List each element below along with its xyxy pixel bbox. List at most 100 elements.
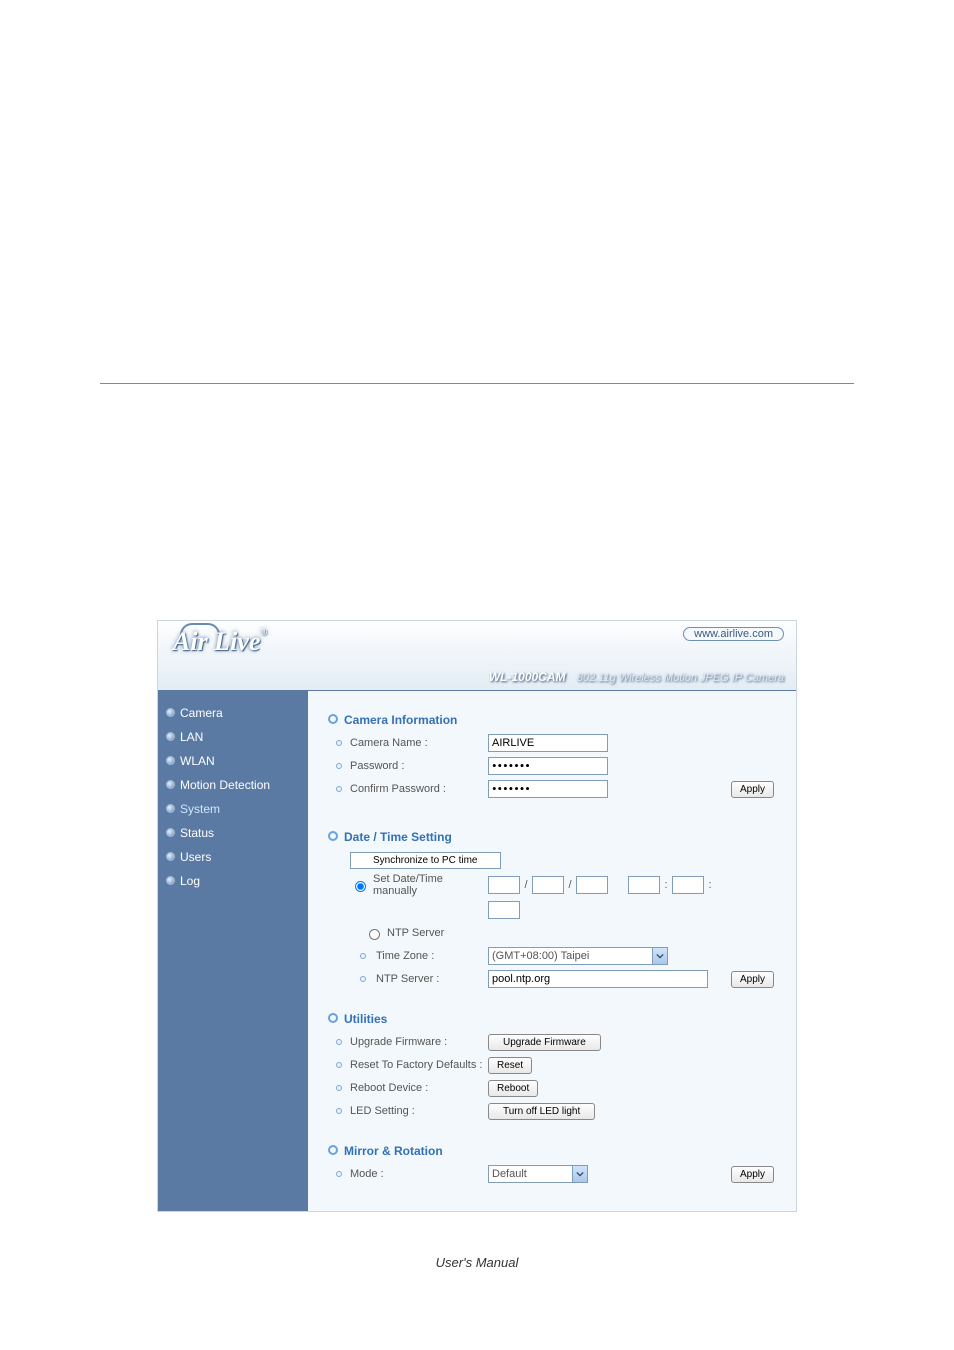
- logo-text: Air Live: [173, 627, 260, 656]
- sidebar-item-label: Log: [180, 874, 200, 888]
- section-title: Camera Information: [344, 713, 457, 727]
- row-set-manually-extra: [328, 900, 780, 920]
- sidebar-item-label: System: [180, 802, 220, 816]
- section-date-time: Date / Time Setting: [328, 830, 780, 844]
- sidebar-item-lan[interactable]: LAN: [158, 725, 308, 749]
- confirm-password-label: Confirm Password :: [328, 783, 488, 795]
- row-ntp-option: NTP Server: [328, 923, 780, 943]
- section-utilities: Utilities: [328, 1012, 780, 1026]
- logo-registered: ®: [260, 627, 267, 637]
- mode-select[interactable]: Default: [488, 1165, 588, 1183]
- sidebar-item-label: Status: [180, 826, 214, 840]
- set-manually-label: Set Date/Time manually: [328, 873, 488, 897]
- timezone-select[interactable]: (GMT+08:00) Taipei: [488, 947, 668, 965]
- horizontal-rule: [100, 383, 854, 384]
- dot-icon: [336, 1085, 342, 1091]
- body-row: Camera LAN WLAN Motion Detection System …: [158, 691, 796, 1211]
- bullet-icon: [166, 780, 175, 789]
- camera-name-input[interactable]: [488, 734, 608, 752]
- upgrade-firmware-label: Upgrade Firmware :: [328, 1036, 488, 1048]
- sidebar-item-status[interactable]: Status: [158, 821, 308, 845]
- led-setting-label: LED Setting :: [328, 1105, 488, 1117]
- timezone-value: (GMT+08:00) Taipei: [492, 950, 589, 962]
- sidebar: Camera LAN WLAN Motion Detection System …: [158, 691, 308, 1211]
- website-link[interactable]: www.airlive.com: [683, 627, 784, 641]
- set-manually-radio[interactable]: [355, 881, 366, 892]
- mode-value: Default: [492, 1168, 527, 1180]
- content-area: Camera Information Camera Name : Passwor…: [308, 691, 796, 1211]
- apply-datetime-button[interactable]: Apply: [731, 971, 774, 988]
- dot-icon: [336, 786, 342, 792]
- section-title: Utilities: [344, 1012, 387, 1026]
- bullet-icon: [166, 828, 175, 837]
- top-banner: Air Live® www.airlive.com WL-1000CAM 802…: [158, 621, 796, 691]
- section-mirror-rotation: Mirror & Rotation: [328, 1144, 780, 1158]
- time-s-input[interactable]: [488, 901, 520, 919]
- time-colon: :: [706, 879, 714, 891]
- model-subtitle: 802.11g Wireless Motion JPEG IP Camera: [577, 672, 784, 684]
- chevron-down-icon: [572, 1166, 587, 1182]
- dot-icon: [360, 953, 366, 959]
- date-m-input[interactable]: [532, 876, 564, 894]
- row-upgrade-firmware: Upgrade Firmware : Upgrade Firmware: [328, 1032, 780, 1052]
- reset-button[interactable]: Reset: [488, 1057, 532, 1074]
- footer-manual: User's Manual: [436, 1255, 519, 1270]
- sidebar-item-motion-detection[interactable]: Motion Detection: [158, 773, 308, 797]
- sidebar-item-label: Users: [180, 850, 211, 864]
- sidebar-item-camera[interactable]: Camera: [158, 701, 308, 725]
- row-ntp-server: NTP Server : Apply: [328, 969, 780, 989]
- model-name: WL-1000CAM: [489, 670, 566, 684]
- bullet-icon: [166, 876, 175, 885]
- dot-icon: [336, 1039, 342, 1045]
- bullet-icon: [166, 708, 175, 717]
- time-colon: :: [662, 879, 670, 891]
- password-input[interactable]: [488, 757, 608, 775]
- reboot-button[interactable]: Reboot: [488, 1080, 538, 1097]
- sidebar-item-system[interactable]: System: [158, 797, 308, 821]
- section-camera-information: Camera Information: [328, 713, 780, 727]
- sidebar-item-label: WLAN: [180, 754, 215, 768]
- reboot-label: Reboot Device :: [328, 1082, 488, 1094]
- dot-icon: [336, 740, 342, 746]
- ntp-server-input[interactable]: [488, 970, 708, 988]
- row-confirm-password: Confirm Password : Apply: [328, 779, 780, 799]
- ring-icon: [328, 1145, 338, 1155]
- section-title: Mirror & Rotation: [344, 1144, 443, 1158]
- ring-icon: [328, 714, 338, 724]
- sync-pc-time-button[interactable]: Synchronize to PC time: [350, 852, 501, 869]
- upgrade-firmware-button[interactable]: Upgrade Firmware: [488, 1034, 601, 1051]
- row-reset-defaults: Reset To Factory Defaults : Reset: [328, 1055, 780, 1075]
- sidebar-item-wlan[interactable]: WLAN: [158, 749, 308, 773]
- bullet-icon: [166, 756, 175, 765]
- row-set-manually: Set Date/Time manually / / : :: [328, 873, 780, 897]
- date-slash: /: [566, 879, 574, 891]
- brand-logo: Air Live®: [173, 627, 267, 657]
- date-d-input[interactable]: [576, 876, 608, 894]
- dot-icon: [336, 1108, 342, 1114]
- apply-mirror-button[interactable]: Apply: [731, 1166, 774, 1183]
- sidebar-item-log[interactable]: Log: [158, 869, 308, 893]
- row-password: Password :: [328, 756, 780, 776]
- model-line: WL-1000CAM 802.11g Wireless Motion JPEG …: [489, 670, 784, 684]
- section-title: Date / Time Setting: [344, 830, 452, 844]
- page-footer: User's Manual: [0, 1255, 954, 1270]
- row-timezone: Time Zone : (GMT+08:00) Taipei: [328, 946, 780, 966]
- confirm-password-input[interactable]: [488, 780, 608, 798]
- reset-defaults-label: Reset To Factory Defaults :: [328, 1059, 488, 1071]
- row-sync-pc: Synchronize to PC time: [328, 850, 780, 870]
- ring-icon: [328, 1013, 338, 1023]
- date-y-input[interactable]: [488, 876, 520, 894]
- row-led-setting: LED Setting : Turn off LED light: [328, 1101, 780, 1121]
- sidebar-item-users[interactable]: Users: [158, 845, 308, 869]
- apply-camera-info-button[interactable]: Apply: [731, 781, 774, 798]
- dot-icon: [336, 763, 342, 769]
- dot-icon: [360, 976, 366, 982]
- row-reboot: Reboot Device : Reboot: [328, 1078, 780, 1098]
- time-m-input[interactable]: [672, 876, 704, 894]
- led-toggle-button[interactable]: Turn off LED light: [488, 1103, 595, 1120]
- bullet-icon: [166, 804, 175, 813]
- app-window: Air Live® www.airlive.com WL-1000CAM 802…: [157, 620, 797, 1212]
- chevron-down-icon: [652, 948, 667, 964]
- time-h-input[interactable]: [628, 876, 660, 894]
- ntp-radio[interactable]: [369, 929, 380, 940]
